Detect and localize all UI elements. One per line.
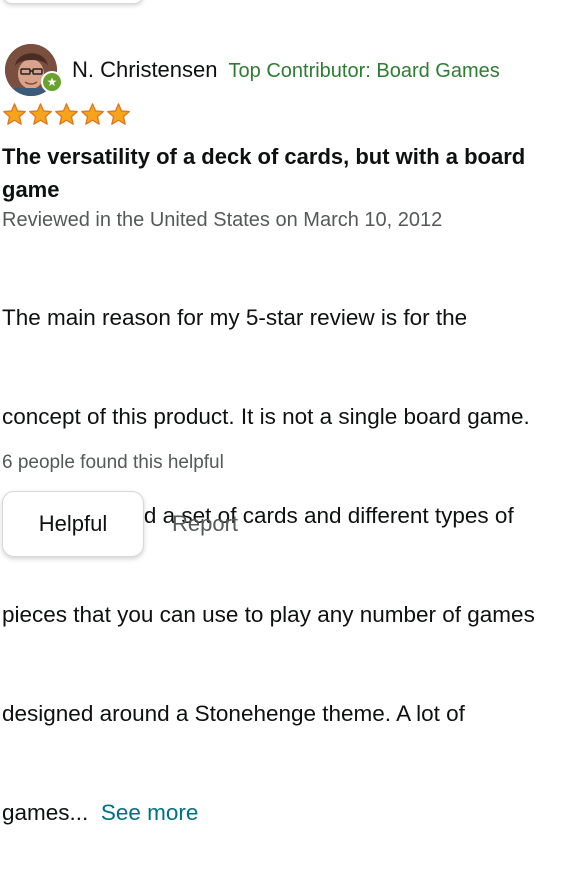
star-icon [55, 103, 78, 125]
contributor-badge[interactable]: Top Contributor: Board Games [229, 60, 500, 83]
star-icon [3, 103, 26, 125]
review-date: Reviewed in the United States on March 1… [2, 209, 443, 231]
reviewer-profile[interactable]: ★ N. Christensen Top Contributor: Board … [5, 44, 500, 96]
star-rating [2, 102, 131, 127]
review-body-line: concept of this product. It is not a sin… [2, 404, 530, 429]
helpful-button[interactable]: Helpful [2, 491, 144, 557]
review-body-line: games... See more [2, 796, 580, 829]
star-icon [107, 103, 130, 125]
review-title[interactable]: The versatility of a deck of cards, but … [2, 140, 580, 206]
review-body-line: pieces that you can use to play any numb… [2, 602, 535, 627]
previous-helpful-button[interactable] [2, 0, 144, 4]
star-badge-icon: ★ [41, 71, 63, 93]
review-body: The main reason for my 5-star review is … [2, 235, 580, 895]
star-icon [29, 103, 52, 125]
report-button[interactable]: Report [172, 507, 238, 541]
review-body-line: The main reason for my 5-star review is … [2, 305, 468, 330]
review-body-last-line: games... [2, 800, 89, 825]
avatar-container[interactable]: ★ [5, 44, 63, 96]
review-body-line: designed around a Stonehenge theme. A lo… [2, 701, 465, 726]
review-title-line: The versatility of a deck of cards, but … [2, 144, 526, 169]
see-more-link[interactable]: See more [101, 800, 199, 825]
review-title-line: game [2, 177, 60, 202]
star-icon [81, 103, 104, 125]
helpful-count: 6 people found this helpful [2, 452, 224, 473]
reviewer-name[interactable]: N. Christensen [72, 57, 218, 83]
